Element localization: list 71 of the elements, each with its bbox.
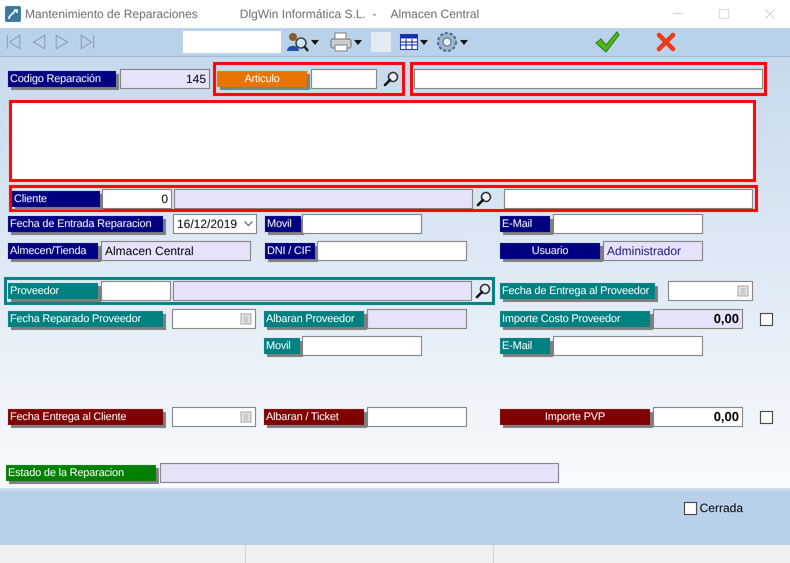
field-label: Movil	[265, 216, 301, 232]
caret-icon[interactable]	[354, 40, 362, 44]
field-label: Fecha de Entrada Reparacion	[8, 216, 163, 232]
caret-icon[interactable]	[460, 40, 468, 44]
field-label: Fecha Reparado Proveedor	[8, 311, 163, 327]
field-label: Movil	[264, 338, 300, 354]
input-field[interactable]	[101, 281, 171, 301]
field-label: Codigo Reparación	[8, 71, 116, 87]
window-title: Mantenimiento de Reparaciones	[25, 6, 198, 23]
input-field[interactable]	[172, 309, 256, 329]
input-field[interactable]	[367, 407, 467, 427]
input-field[interactable]	[302, 336, 422, 356]
field-label: Usuario	[500, 243, 600, 259]
field-label: Fecha de Entrega al Proveedor	[500, 283, 655, 299]
input-field[interactable]	[317, 241, 467, 261]
cancel-icon[interactable]	[656, 32, 676, 52]
input-field[interactable]	[414, 69, 763, 89]
input-field[interactable]: 16/12/2019	[173, 214, 257, 234]
input-field[interactable]	[172, 407, 256, 427]
input-field[interactable]	[668, 281, 753, 301]
confirm-icon[interactable]	[594, 30, 620, 54]
input-field[interactable]	[160, 463, 559, 483]
field-label: Almecen/Tienda	[8, 243, 98, 259]
input-field[interactable]	[553, 336, 703, 356]
input-field[interactable]	[367, 309, 467, 329]
chevron-icon[interactable]	[244, 221, 253, 227]
input-field[interactable]: 145	[120, 69, 210, 89]
input-field[interactable]	[302, 214, 422, 234]
field-label: DNI / CIF	[265, 243, 315, 259]
field-label: Importe Costo Proveedor	[500, 311, 650, 327]
field-label: Articulo	[217, 71, 307, 87]
caret-icon[interactable]	[311, 40, 319, 44]
printer-icon[interactable]	[330, 31, 352, 53]
search-icon[interactable]	[476, 190, 492, 206]
calendar-icon[interactable]	[240, 411, 252, 423]
text-area[interactable]	[9, 100, 756, 182]
caret-icon[interactable]	[420, 40, 428, 44]
checkbox[interactable]	[760, 312, 773, 326]
input-field[interactable]	[311, 69, 377, 89]
field-label: Albaran Proveedor	[264, 311, 364, 327]
search-field[interactable]	[183, 31, 281, 53]
checkbox[interactable]	[684, 502, 697, 515]
field-label: E-Mail	[500, 338, 550, 354]
field-label: Importe PVP	[500, 409, 650, 425]
calendar-icon[interactable]	[240, 313, 252, 325]
search-icon[interactable]	[383, 71, 399, 87]
app-icon	[5, 6, 21, 22]
input-field[interactable]: 0,00	[653, 309, 743, 329]
input-field[interactable]: Almacen Central	[101, 241, 251, 261]
checkbox-label: Cerrada	[700, 502, 743, 515]
gear-icon[interactable]	[436, 31, 458, 53]
input-field[interactable]: 0	[102, 188, 172, 208]
input-field[interactable]	[553, 214, 703, 234]
field-label: Estado de la Reparacion	[6, 465, 156, 481]
field-label: Albaran / Ticket	[264, 409, 364, 425]
store-name: Almacen Central	[390, 6, 480, 23]
grid-icon[interactable]	[400, 34, 418, 50]
field-label: E-Mail	[500, 216, 550, 232]
field-label: Proveedor	[8, 283, 98, 299]
calendar-icon[interactable]	[737, 285, 749, 297]
input-field[interactable]: 0,00	[653, 407, 743, 427]
field-label: Cliente	[12, 190, 100, 206]
person-search-icon[interactable]	[287, 31, 309, 53]
company-name: DlgWin Informática S.L. -	[240, 6, 376, 23]
input-field[interactable]	[174, 188, 473, 208]
input-field[interactable]: Administrador	[603, 241, 703, 261]
search-icon[interactable]	[475, 283, 491, 299]
field-label: Fecha Entrega al Cliente	[8, 409, 163, 425]
input-field[interactable]	[504, 188, 753, 208]
input-field[interactable]	[173, 281, 472, 301]
checkbox[interactable]	[760, 410, 773, 424]
